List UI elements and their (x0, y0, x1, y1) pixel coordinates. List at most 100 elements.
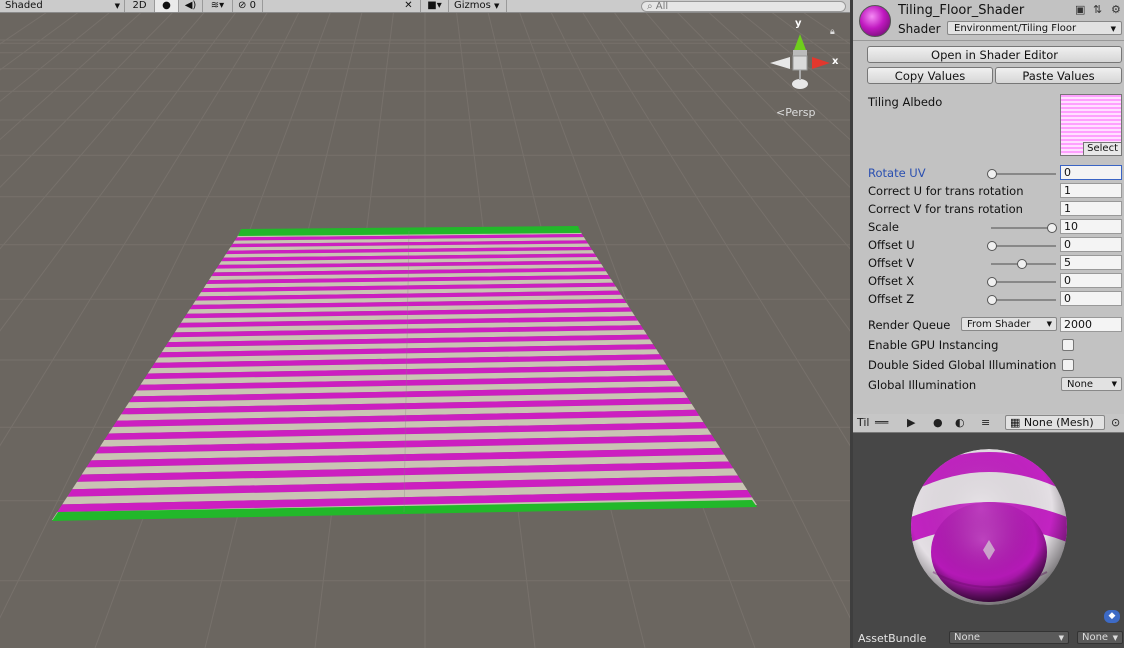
paste-values-button[interactable]: Paste Values (995, 67, 1122, 84)
chevron-down-icon: ▼ (1112, 634, 1118, 642)
offset-u-field[interactable]: 0 (1060, 237, 1122, 252)
gpu-instancing-checkbox[interactable] (1062, 339, 1074, 351)
shader-dropdown[interactable]: Environment/Tiling Floor ▼ (947, 21, 1122, 35)
double-sided-gi-label: Double Sided Global Illumination (868, 358, 1057, 372)
preview-mesh-value: None (Mesh) (1023, 416, 1094, 429)
preview-mesh-field[interactable]: ▦ None (Mesh) (1005, 415, 1105, 430)
render-queue-label: Render Queue (868, 318, 951, 332)
asset-bundle-dropdown[interactable]: None ▼ (949, 631, 1069, 644)
tiling-albedo-texture-slot[interactable]: Select (1060, 94, 1122, 156)
gizmo-neg-y-cone[interactable] (792, 79, 808, 89)
sphere-mesh-icon[interactable]: ● (933, 415, 943, 431)
shader-value: Environment/Tiling Floor (954, 23, 1077, 34)
offset-v-label: Offset V (868, 256, 915, 270)
preview-sphere[interactable] (853, 432, 1124, 632)
chevron-down-icon: ▼ (1058, 634, 1064, 642)
material-header: Tiling_Floor_Shader ▣ ⇅ ⚙ Shader Environ… (853, 0, 1124, 41)
offset-v-slider[interactable] (991, 259, 1056, 269)
material-thumbnail (859, 5, 891, 37)
gizmo-center-cube[interactable] (792, 55, 808, 71)
slider-thumb[interactable] (1017, 259, 1027, 269)
chevron-down-icon: ▼ (494, 2, 500, 10)
slider-thumb[interactable] (987, 241, 997, 251)
scene-search-input[interactable]: ⌕ All (641, 0, 846, 12)
lock-icon[interactable]: 🔒︎ (830, 27, 835, 37)
light-toggle-icon[interactable]: ◐ (955, 415, 965, 431)
material-preview: Til ══ ▶ ● ◐ ≡ ▦ None (Mesh) ⊙ ◆ AssetBu… (853, 414, 1124, 648)
scale-slider[interactable] (991, 223, 1057, 233)
asset-bundle-label: AssetBundle (858, 632, 927, 645)
shading-mode-dropdown[interactable]: Shaded ▼ (0, 0, 125, 12)
tools-toggle[interactable]: ✕ (397, 0, 421, 12)
global-illumination-value: None (1067, 379, 1094, 390)
render-queue-field[interactable]: 2000 (1060, 317, 1122, 332)
lighting-toggle[interactable]: ● (155, 0, 179, 12)
chevron-down-icon: ▼ (1046, 320, 1052, 328)
gizmo-neg-x-cone[interactable] (770, 57, 790, 69)
search-icon: ⌕ (647, 0, 653, 12)
hidden-objects-toggle[interactable]: ⊘ 0 (233, 0, 263, 12)
mesh-icon: ▦ (1010, 416, 1021, 429)
scale-field[interactable]: 10 (1060, 219, 1122, 234)
drag-handle-icon[interactable]: ══ (875, 415, 888, 431)
tag-icon[interactable]: ◆ (1104, 610, 1120, 623)
copy-values-button[interactable]: Copy Values (867, 67, 993, 84)
projection-toggle[interactable]: <Persp (776, 106, 815, 119)
offset-u-slider[interactable] (987, 241, 1056, 251)
gizmo-y-label: y (795, 18, 802, 29)
gizmo-x-cone[interactable] (812, 57, 830, 69)
slider-thumb[interactable] (987, 295, 997, 305)
hidden-count: 0 (249, 0, 256, 11)
correct-v-for-trans-rotation-label: Correct V for trans rotation (868, 202, 1023, 216)
offset-u-label: Offset U (868, 238, 915, 252)
gizmos-dropdown[interactable]: Gizmos ▼ (449, 0, 507, 12)
effects-dropdown[interactable]: ≋▾ (203, 0, 233, 12)
render-queue-dropdown[interactable]: From Shader ▼ (961, 317, 1057, 331)
orientation-gizmo[interactable] (0, 0, 850, 130)
preview-toolbar: Til ══ ▶ ● ◐ ≡ ▦ None (Mesh) ⊙ (853, 414, 1124, 433)
slider-thumb[interactable] (987, 277, 997, 287)
open-shader-editor-button[interactable]: Open in Shader Editor (867, 46, 1122, 63)
menu-lines-icon[interactable]: ≡ (981, 415, 990, 431)
slider-thumb[interactable] (987, 169, 997, 179)
slider-thumb[interactable] (1047, 223, 1057, 233)
audio-toggle[interactable]: ◀) (179, 0, 203, 12)
rotate-uv-field[interactable]: 0 (1060, 165, 1122, 180)
correct-v-for-trans-rotation-field[interactable]: 1 (1060, 201, 1122, 216)
offset-x-slider[interactable] (987, 277, 1056, 287)
gizmos-label: Gizmos (454, 0, 491, 11)
gear-icon[interactable]: ⚙ (1111, 3, 1121, 16)
preview-title[interactable]: Til (857, 415, 870, 431)
chevron-down-icon: ▼ (114, 2, 120, 10)
rotate-uv-label: Rotate UV (868, 166, 926, 180)
scene-toolbar: Shaded ▼ 2D ● ◀) ≋▾ ⊘ 0 ✕ ■▾ Gizmos ▼ ⌕ … (0, 0, 850, 13)
material-name: Tiling_Floor_Shader (898, 3, 1025, 18)
play-icon[interactable]: ▶ (907, 415, 915, 431)
double-sided-gi-checkbox[interactable] (1062, 359, 1074, 371)
asset-bundle-variant-dropdown[interactable]: None ▼ (1077, 631, 1123, 644)
scale-label: Scale (868, 220, 899, 234)
offset-x-field[interactable]: 0 (1060, 273, 1122, 288)
rotate-uv-slider[interactable] (987, 169, 1056, 179)
material-inspector: Tiling_Floor_Shader ▣ ⇅ ⚙ Shader Environ… (853, 0, 1124, 410)
perspective-icon: < (776, 106, 786, 119)
texture-select-button[interactable]: Select (1083, 142, 1121, 155)
2d-toggle[interactable]: 2D (125, 0, 155, 12)
global-illumination-dropdown[interactable]: None ▼ (1061, 377, 1122, 391)
book-icon[interactable]: ▣ (1075, 3, 1085, 16)
offset-z-field[interactable]: 0 (1060, 291, 1122, 306)
tiling-albedo-label: Tiling Albedo (868, 95, 943, 109)
settings-sliders-icon[interactable]: ⇅ (1093, 3, 1102, 16)
offset-z-slider[interactable] (987, 295, 1056, 305)
offset-v-field[interactable]: 5 (1060, 255, 1122, 270)
chevron-down-icon: ▼ (1110, 25, 1116, 33)
shading-mode-value: Shaded (5, 0, 43, 11)
gizmo-y-cone[interactable] (794, 34, 806, 50)
scene-view[interactable]: y x 🔒︎ <Persp Shaded ▼ 2D ● ◀) ≋▾ ⊘ 0 ✕ … (0, 0, 850, 648)
speaker-icon: ◀) (184, 0, 197, 11)
correct-u-for-trans-rotation-field[interactable]: 1 (1060, 183, 1122, 198)
asset-bundle-variant-value: None (1082, 632, 1109, 643)
camera-dropdown[interactable]: ■▾ (421, 0, 449, 12)
object-picker-icon[interactable]: ⊙ (1111, 415, 1120, 431)
projection-label: Persp (785, 106, 816, 119)
